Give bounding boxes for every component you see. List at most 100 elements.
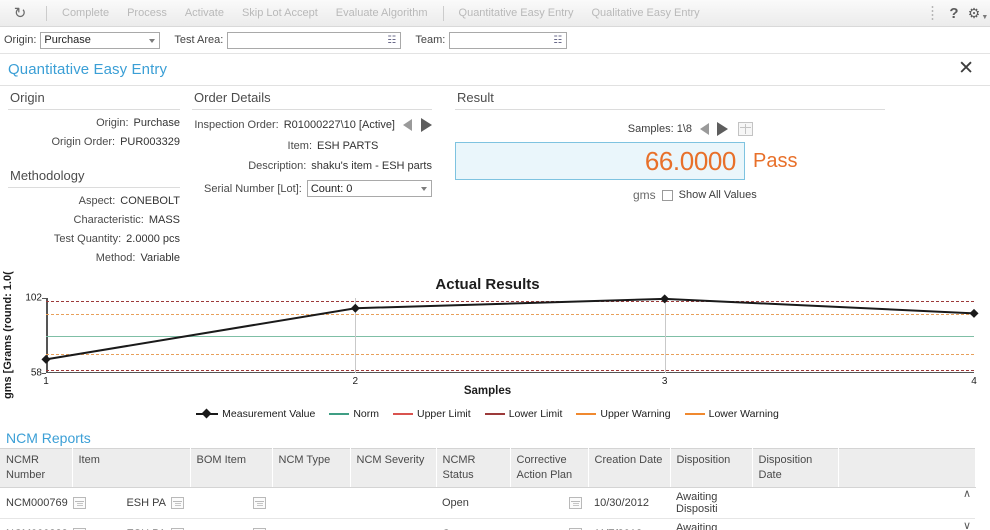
value-help-icon[interactable]: ☷: [385, 34, 398, 47]
toolbar-divider-2: [443, 6, 444, 21]
chart-legend-item[interactable]: Norm: [329, 408, 379, 420]
cell-ncm-severity: [350, 488, 436, 519]
help-icon[interactable]: ?: [942, 0, 966, 26]
column-header-bom-item[interactable]: BOM Item: [190, 449, 272, 488]
cell-corrective-action-plan: [510, 519, 588, 530]
column-header-disposition-date[interactable]: Disposition Date: [752, 449, 838, 488]
legend-marker-icon: [196, 410, 218, 418]
chart-legend-item[interactable]: Upper Limit: [393, 408, 471, 420]
samples-navigation: Samples: 1\8: [455, 122, 885, 136]
column-header-ncmr-status[interactable]: NCMR Status: [436, 449, 510, 488]
chart-legend-item[interactable]: Measurement Value: [196, 408, 315, 420]
toolbar-action-process[interactable]: Process: [118, 0, 176, 26]
cell-blank: [838, 519, 975, 530]
application-window: ↻ Complete Process Activate Skip Lot Acc…: [0, 0, 990, 530]
field-aspect: Aspect: CONEBOLT: [8, 195, 180, 207]
origin-section-heading: Origin: [8, 88, 180, 110]
value-help-icon[interactable]: ☷: [551, 34, 564, 47]
column-header-corrective-action-plan[interactable]: Corrective Action Plan: [510, 449, 588, 488]
cell-disposition-date: [752, 488, 838, 519]
field-inspection-order: Inspection Order: R01000227\10 [Active]: [192, 118, 432, 132]
chart-data-point[interactable]: [660, 294, 669, 303]
legend-label: Lower Limit: [509, 408, 563, 420]
chart-title: Actual Results: [0, 276, 975, 293]
value-help-icon[interactable]: [73, 497, 86, 509]
cell-disposition: Awaiting Dispositi: [670, 519, 752, 530]
chart-data-point[interactable]: [41, 355, 50, 364]
table-row[interactable]: NCM000828ESH PAOpen11/7/2012Awaiting Dis…: [0, 519, 975, 530]
result-value-input[interactable]: 66.0000: [455, 142, 745, 180]
chart-legend-item[interactable]: Upper Warning: [576, 408, 670, 420]
table-row[interactable]: NCM000769ESH PAOpen10/30/2012Awaiting Di…: [0, 488, 975, 519]
serial-number-lot-select[interactable]: Count: 0: [307, 180, 432, 197]
chevron-down-icon: ▼: [981, 14, 988, 21]
ncm-reports-title: NCM Reports: [0, 430, 975, 448]
toolbar-grip-handle[interactable]: [931, 5, 934, 21]
field-value: MASS: [149, 214, 180, 226]
cell-text: Awaiting Dispositi: [676, 491, 718, 515]
column-header-blank: [838, 449, 975, 488]
chart-data-point[interactable]: [351, 304, 360, 313]
column-header-item[interactable]: Item: [72, 449, 190, 488]
cell-text: Awaiting Dispositi: [676, 522, 718, 530]
chart-y-tick: 102: [25, 293, 42, 304]
value-help-icon[interactable]: [253, 497, 266, 509]
legend-line-swatch: [393, 413, 413, 415]
field-value: ESH PARTS: [317, 140, 378, 152]
test-area-input[interactable]: ☷: [227, 32, 401, 49]
previous-arrow-icon[interactable]: [403, 119, 412, 131]
next-sample-arrow-icon[interactable]: [717, 122, 728, 136]
scroll-down-icon[interactable]: ∨: [963, 521, 971, 530]
field-value: shaku's item - ESH parts: [311, 160, 432, 172]
toolbar-action-skip-lot-accept[interactable]: Skip Lot Accept: [233, 0, 327, 26]
settings-gear-icon[interactable]: ⚙▼: [966, 0, 990, 26]
value-help-icon[interactable]: [171, 497, 184, 509]
toolbar-view-quantitative-easy-entry[interactable]: Quantitative Easy Entry: [450, 0, 583, 26]
result-verdict: Pass: [753, 150, 797, 173]
field-label: Characteristic:: [74, 214, 144, 226]
ncm-table-scrollbar[interactable]: ∧ ∨: [959, 488, 975, 530]
column-header-disposition[interactable]: Disposition: [670, 449, 752, 488]
field-label: Item:: [192, 140, 312, 152]
scroll-up-icon[interactable]: ∧: [963, 489, 971, 499]
legend-label: Measurement Value: [222, 408, 315, 420]
close-icon[interactable]: ✕: [958, 59, 974, 79]
team-input[interactable]: ☷: [449, 32, 567, 49]
details-area: Origin Origin: Purchase Origin Order: PU…: [0, 88, 975, 268]
column-header-ncm-severity[interactable]: NCM Severity: [350, 449, 436, 488]
cell-disposition: Awaiting Dispositi: [670, 488, 752, 519]
show-all-values-label: Show All Values: [679, 189, 757, 201]
origin-filter-select[interactable]: Purchase: [40, 32, 160, 49]
toolbar-action-complete[interactable]: Complete: [53, 0, 118, 26]
field-label: Inspection Order:: [192, 119, 279, 131]
legend-label: Upper Warning: [600, 408, 670, 420]
field-characteristic: Characteristic: MASS: [8, 214, 180, 226]
cell-ncmr-number: NCM000769: [0, 488, 72, 519]
sample-grid-icon[interactable]: [738, 122, 753, 136]
show-all-values-checkbox[interactable]: [662, 190, 673, 201]
legend-line-swatch: [485, 413, 505, 415]
order-details-heading: Order Details: [192, 88, 432, 110]
filter-bar: Origin: Purchase Test Area: ☷ Team: ☷: [0, 27, 990, 54]
chevron-down-icon: [421, 187, 427, 191]
column-header-ncmr-number[interactable]: NCMR Number: [0, 449, 72, 488]
chart-y-tick-mark: [42, 373, 46, 374]
toolbar-view-qualitative-easy-entry[interactable]: Qualitative Easy Entry: [582, 0, 708, 26]
refresh-icon[interactable]: ↻: [0, 0, 40, 26]
previous-sample-arrow-icon[interactable]: [700, 123, 709, 135]
chart-legend-item[interactable]: Lower Warning: [685, 408, 779, 420]
cell-disposition-date: [752, 519, 838, 530]
chart-data-point[interactable]: [969, 309, 978, 318]
toolbar-action-evaluate-algorithm[interactable]: Evaluate Algorithm: [327, 0, 437, 26]
result-section-heading: Result: [455, 88, 885, 110]
chart-legend-item[interactable]: Lower Limit: [485, 408, 563, 420]
next-arrow-icon[interactable]: [421, 118, 432, 132]
result-unit: gms: [633, 188, 656, 202]
cell-item: ESH PA: [72, 488, 190, 519]
cell-ncm-type: [272, 519, 350, 530]
field-label: Origin:: [96, 117, 128, 129]
toolbar-action-activate[interactable]: Activate: [176, 0, 233, 26]
column-header-creation-date[interactable]: Creation Date: [588, 449, 670, 488]
value-help-icon[interactable]: [569, 497, 582, 509]
column-header-ncm-type[interactable]: NCM Type: [272, 449, 350, 488]
